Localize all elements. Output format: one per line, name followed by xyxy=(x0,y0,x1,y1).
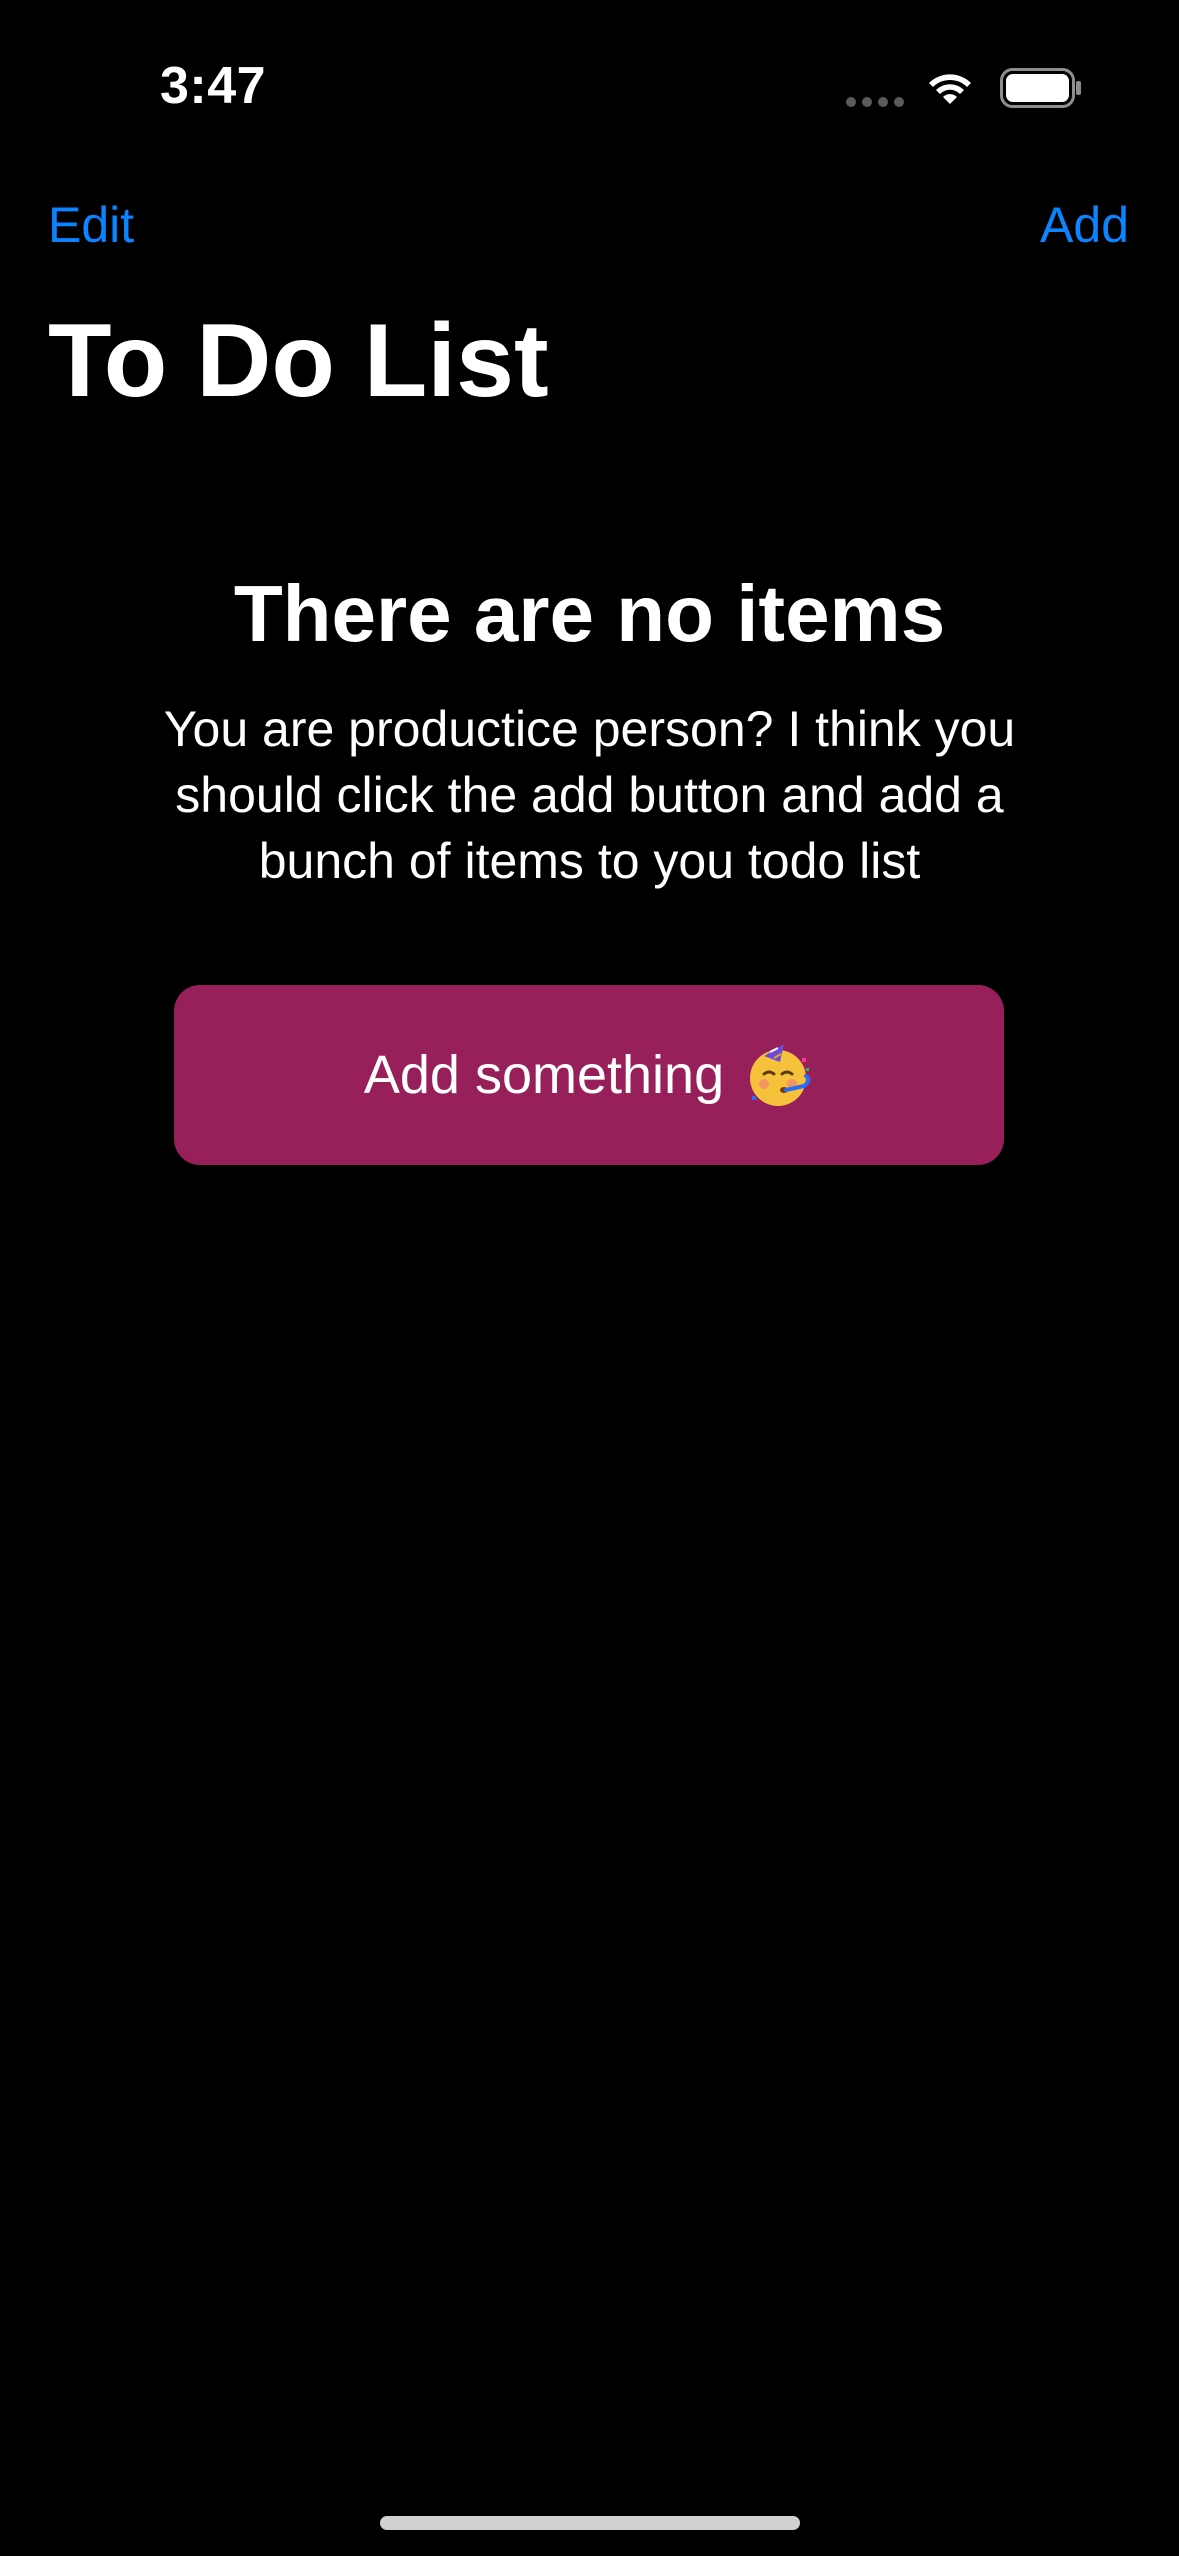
battery-icon xyxy=(1000,68,1081,108)
page-title: To Do List xyxy=(48,303,549,419)
status-time: 3:47 xyxy=(160,57,267,115)
home-indicator xyxy=(380,2516,800,2530)
add-button[interactable]: Add xyxy=(1040,196,1129,254)
add-something-label: Add something xyxy=(363,1045,725,1105)
status-bar: 3:47 xyxy=(0,0,1179,150)
empty-state-description: You are productice person? I think you s… xyxy=(163,701,1016,889)
wifi-icon xyxy=(929,74,971,104)
partying-face-emoji-icon xyxy=(750,1044,811,1106)
edit-button[interactable]: Edit xyxy=(48,196,134,254)
add-something-button[interactable]: Add something xyxy=(174,985,1004,1165)
signal-dots-icon xyxy=(846,97,904,107)
empty-state-title: There are no items xyxy=(233,569,946,658)
